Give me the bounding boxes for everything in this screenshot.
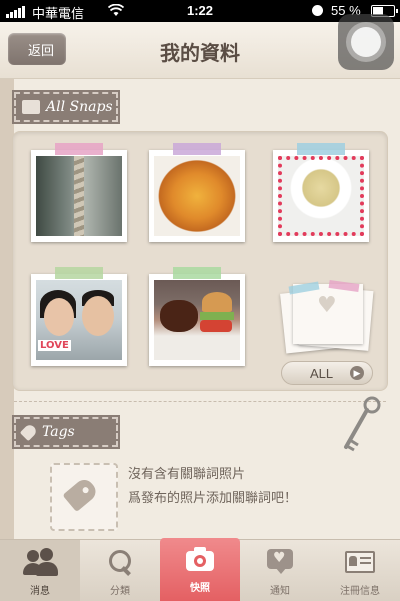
snap-image-soup <box>278 156 364 236</box>
photo-tape <box>297 143 345 155</box>
heart-photo-icon <box>22 100 40 114</box>
tags-empty-state: 沒有含有關聯詞照片 爲發布的照片添加關聯詞吧！ <box>30 457 370 531</box>
tag-placeholder-icon <box>50 463 118 531</box>
profile-card-icon <box>345 548 375 576</box>
tab-news-label: 消息 <box>30 586 50 597</box>
all-snaps-label-text: All Snaps <box>46 99 113 115</box>
all-snaps-label: All Snaps <box>12 90 120 124</box>
key-icon <box>344 396 381 452</box>
tab-category[interactable]: 分類 <box>80 540 160 601</box>
search-icon <box>105 548 135 576</box>
tab-category-label: 分類 <box>110 586 130 597</box>
all-snaps-button[interactable]: ALL ▶ <box>281 361 373 385</box>
snap-image-rope <box>36 156 122 236</box>
photo-tape <box>173 143 221 155</box>
camera-icon <box>185 546 215 574</box>
tab-registration-info-label: 注冊信息 <box>340 586 380 597</box>
heart-icon: ♥ <box>317 293 337 318</box>
snap-image-couple: LOVE <box>36 280 122 360</box>
snap-thumbnail-soup[interactable] <box>273 143 373 246</box>
chevron-right-icon: ▶ <box>350 366 364 380</box>
people-icon <box>23 548 58 576</box>
tags-empty-message: 沒有含有關聯詞照片 <box>128 467 246 482</box>
snap-thumbnail-burger[interactable] <box>149 267 249 370</box>
tags-label: Tags <box>12 415 120 449</box>
snap-thumbnail-couple[interactable]: LOVE <box>31 267 131 370</box>
tab-notifications-label: 通知 <box>270 586 290 597</box>
heart-bubble-icon: ♥ <box>265 548 295 576</box>
profile-content: All Snaps LOVE ♥ ALL ▶ Tags 沒有含有關聯詞照片 爲發… <box>0 79 400 539</box>
tag-icon <box>19 422 39 442</box>
tab-snapshot-label: 快照 <box>190 583 210 594</box>
assistive-touch-button[interactable] <box>338 14 394 70</box>
snap-image-burger <box>154 280 240 360</box>
tab-notifications[interactable]: ♥ 通知 <box>240 540 320 601</box>
snaps-panel: LOVE ♥ ALL ▶ <box>12 131 388 391</box>
photo-tape <box>173 267 221 279</box>
snap-image-pizza <box>154 156 240 236</box>
snap-thumbnail-rope[interactable] <box>31 143 131 246</box>
page-title: 我的資料 <box>160 41 240 65</box>
all-snaps-button-label: ALL <box>310 365 334 381</box>
tags-label-text: Tags <box>42 424 75 440</box>
back-button[interactable]: 返回 <box>8 33 66 65</box>
photo-tape <box>55 143 103 155</box>
tab-news[interactable]: 消息 <box>0 540 80 601</box>
tab-registration-info[interactable]: 注冊信息 <box>320 540 400 601</box>
alarm-icon <box>312 5 323 16</box>
section-divider <box>14 401 386 402</box>
tab-snapshot[interactable]: 快照 <box>160 538 240 601</box>
snap-thumbnail-pizza[interactable] <box>149 143 249 246</box>
tab-bar: 消息 分類 快照 ♥ 通知 注冊信息 <box>0 538 400 601</box>
tags-empty-hint: 爲發布的照片添加關聯詞吧！ <box>128 491 298 506</box>
more-snaps-stack[interactable]: ♥ <box>280 279 375 356</box>
love-sticker: LOVE <box>38 340 71 351</box>
photo-tape <box>55 267 103 279</box>
